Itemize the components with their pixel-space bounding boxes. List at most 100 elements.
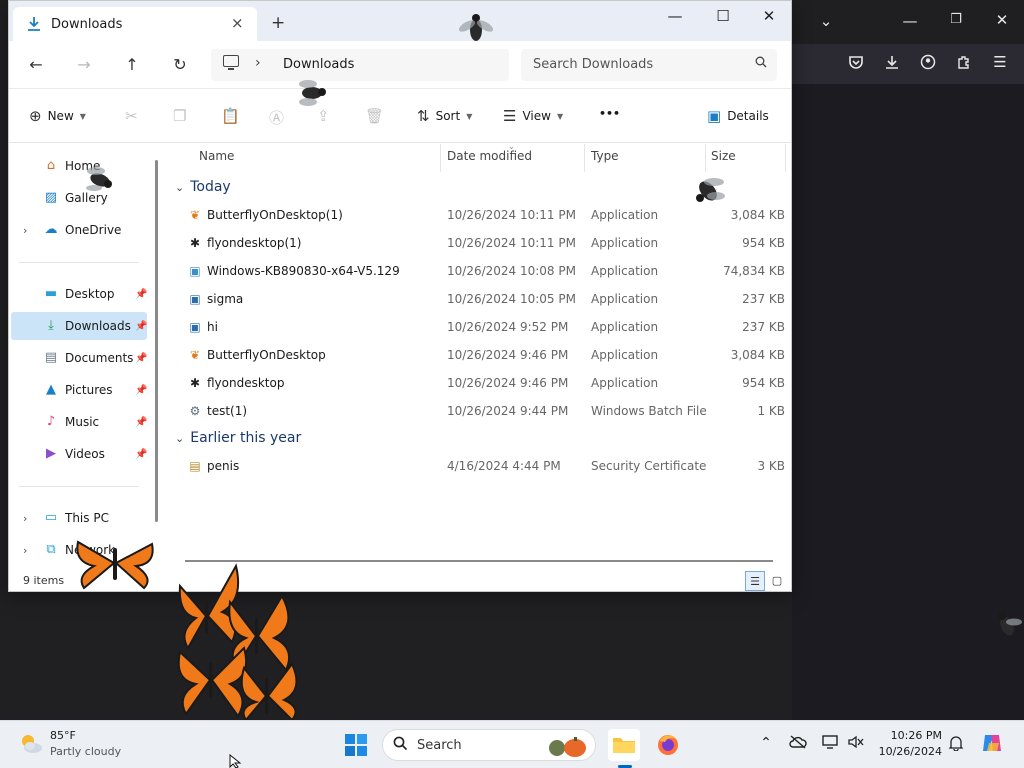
file-name: hi [207,320,218,334]
pin-icon[interactable]: 📌 [135,289,147,300]
window-app-icon: ▣ [189,292,201,306]
bell-icon[interactable] [946,735,966,755]
search-input[interactable]: Search Downloads [521,49,777,81]
chevron-down-icon: ▼ [466,111,473,121]
column-divider[interactable] [785,144,786,172]
chevron-right-icon[interactable]: › [23,224,27,237]
pin-icon[interactable]: 📌 [135,417,147,428]
file-row[interactable]: ▣ Windows-KB890830-x64-V5.129 10/26/2024… [165,257,791,285]
sidebar-item-network[interactable]: › ⧉ Network [11,536,147,564]
cut-button[interactable]: ✂ [125,107,138,125]
rename-button[interactable]: Ⓐ [269,107,284,128]
paste-button[interactable]: 📋 [221,107,240,125]
close-icon[interactable]: ✕ [992,11,1012,29]
display-icon[interactable] [820,735,840,753]
sidebar-item-pictures[interactable]: ▲ Pictures 📌 [11,376,147,404]
sidebar-item-videos[interactable]: ▶ Videos 📌 [11,440,147,468]
sidebar-item-onedrive[interactable]: › ☁ OneDrive [11,216,147,244]
copy-button[interactable]: ❐ [173,107,186,125]
pin-icon[interactable]: 📌 [135,353,147,364]
file-row[interactable]: ▣ hi 10/26/2024 9:52 PM Application 237 … [165,313,791,341]
close-button[interactable]: ✕ [757,7,781,25]
new-button[interactable]: ⊕ New ▼ [29,107,86,125]
windows-start-icon[interactable] [344,733,368,757]
pocket-icon[interactable] [846,54,866,74]
maximize-button[interactable]: ☐ [711,7,735,25]
details-view-icon[interactable]: ☰ [745,571,765,591]
extensions-icon[interactable] [954,54,974,74]
sidebar-item-desktop[interactable]: ▬ Desktop 📌 [11,280,148,308]
share-button[interactable]: ⇪ [317,107,330,125]
column-divider[interactable] [584,144,585,172]
new-label: New [47,109,74,123]
partly-cloudy-icon[interactable] [18,731,44,757]
column-type[interactable]: Type [591,149,619,163]
forward-button[interactable]: → [73,55,95,74]
breadcrumb[interactable]: › Downloads [211,49,509,81]
column-divider[interactable] [440,144,441,172]
download-icon[interactable] [882,54,902,74]
view-button[interactable]: ☰ View ▼ [503,107,563,125]
volume-muted-icon[interactable] [846,735,866,753]
file-date: 10/26/2024 10:11 PM [447,208,576,222]
sidebar-item-downloads[interactable]: ⤓ Downloads 📌 [11,312,147,340]
copilot-icon[interactable] [980,731,1001,759]
chevron-right-icon[interactable]: › [23,512,27,525]
column-name[interactable]: Name [199,149,234,163]
clock-date[interactable]: 10/26/2024 [876,745,942,758]
pin-icon[interactable]: 📌 [135,449,147,460]
more-options-button[interactable]: ••• [599,107,620,120]
column-size[interactable]: Size [711,149,736,163]
refresh-button[interactable]: ↻ [169,55,191,74]
chevron-down-icon[interactable]: ⌄ [816,12,836,30]
column-date-modified[interactable]: Date modified [447,149,532,163]
file-row[interactable]: ✱ flyondesktop(1) 10/26/2024 10:11 PM Ap… [165,229,791,257]
account-icon[interactable] [918,54,938,74]
up-button[interactable]: ↑ [121,55,143,74]
chevron-right-icon[interactable]: › [255,55,261,71]
chevron-up-icon[interactable]: ⌃ [756,735,776,751]
file-row[interactable]: ▤ penis 4/16/2024 4:44 PM Security Certi… [165,452,791,480]
column-divider[interactable] [705,144,706,172]
file-row[interactable]: ⚙ test(1) 10/26/2024 9:44 PM Windows Bat… [165,397,791,425]
group-header-today[interactable]: ⌄ Today [175,179,231,195]
sort-button[interactable]: ⇅ Sort ▼ [417,107,472,125]
chevron-right-icon[interactable]: › [23,544,27,557]
horizontal-scrollbar[interactable] [185,560,773,562]
tab-downloads[interactable]: Downloads × [13,7,257,41]
new-tab-button[interactable]: + [271,13,285,33]
weather-condition[interactable]: Partly cloudy [50,745,121,758]
taskbar-file-explorer[interactable] [608,729,640,761]
details-button[interactable]: ▣ Details [707,107,769,125]
sidebar-item-this-pc[interactable]: › ▭ This PC [11,504,147,532]
clock-time[interactable]: 10:26 PM [880,729,942,742]
file-row[interactable]: ▣ sigma 10/26/2024 10:05 PM Application … [165,285,791,313]
breadcrumb-downloads[interactable]: Downloads [283,57,354,72]
file-row[interactable]: ✱ flyondesktop 10/26/2024 9:46 PM Applic… [165,369,791,397]
tiles-view-icon[interactable]: ▢ [767,571,787,591]
sidebar-item-music[interactable]: ♪ Music 📌 [11,408,148,436]
menu-icon[interactable]: ☰ [990,53,1010,71]
minimize-button[interactable]: — [663,7,687,25]
minimize-icon[interactable]: — [900,12,920,30]
file-name: flyondesktop [207,376,285,390]
file-row[interactable]: ❦ ButterflyOnDesktop 10/26/2024 9:46 PM … [165,341,791,369]
pin-icon[interactable]: 📌 [135,321,147,332]
sidebar-item-home[interactable]: ⌂ Home [11,152,147,180]
weather-temperature[interactable]: 85°F [50,729,76,742]
sidebar-scrollbar[interactable] [155,160,158,522]
taskbar-firefox[interactable] [652,729,684,761]
tab-close-icon[interactable]: × [231,14,244,32]
sidebar-item-gallery[interactable]: ▨ Gallery [11,184,147,212]
chevron-down-icon: ⌄ [175,431,185,445]
file-row[interactable]: ❦ ButterflyOnDesktop(1) 10/26/2024 10:11… [165,201,791,229]
sidebar-item-label: OneDrive [65,223,122,237]
pin-icon[interactable]: 📌 [135,385,147,396]
cloud-offline-icon[interactable] [788,735,808,753]
group-header-earlier-this-year[interactable]: ⌄ Earlier this year [175,430,301,446]
restore-icon[interactable]: ❐ [946,12,966,27]
taskbar-search[interactable]: Search [382,729,596,761]
delete-button[interactable]: 🗑 [365,107,384,125]
back-button[interactable]: ← [25,55,47,74]
sidebar-item-documents[interactable]: ▤ Documents 📌 [11,344,148,372]
